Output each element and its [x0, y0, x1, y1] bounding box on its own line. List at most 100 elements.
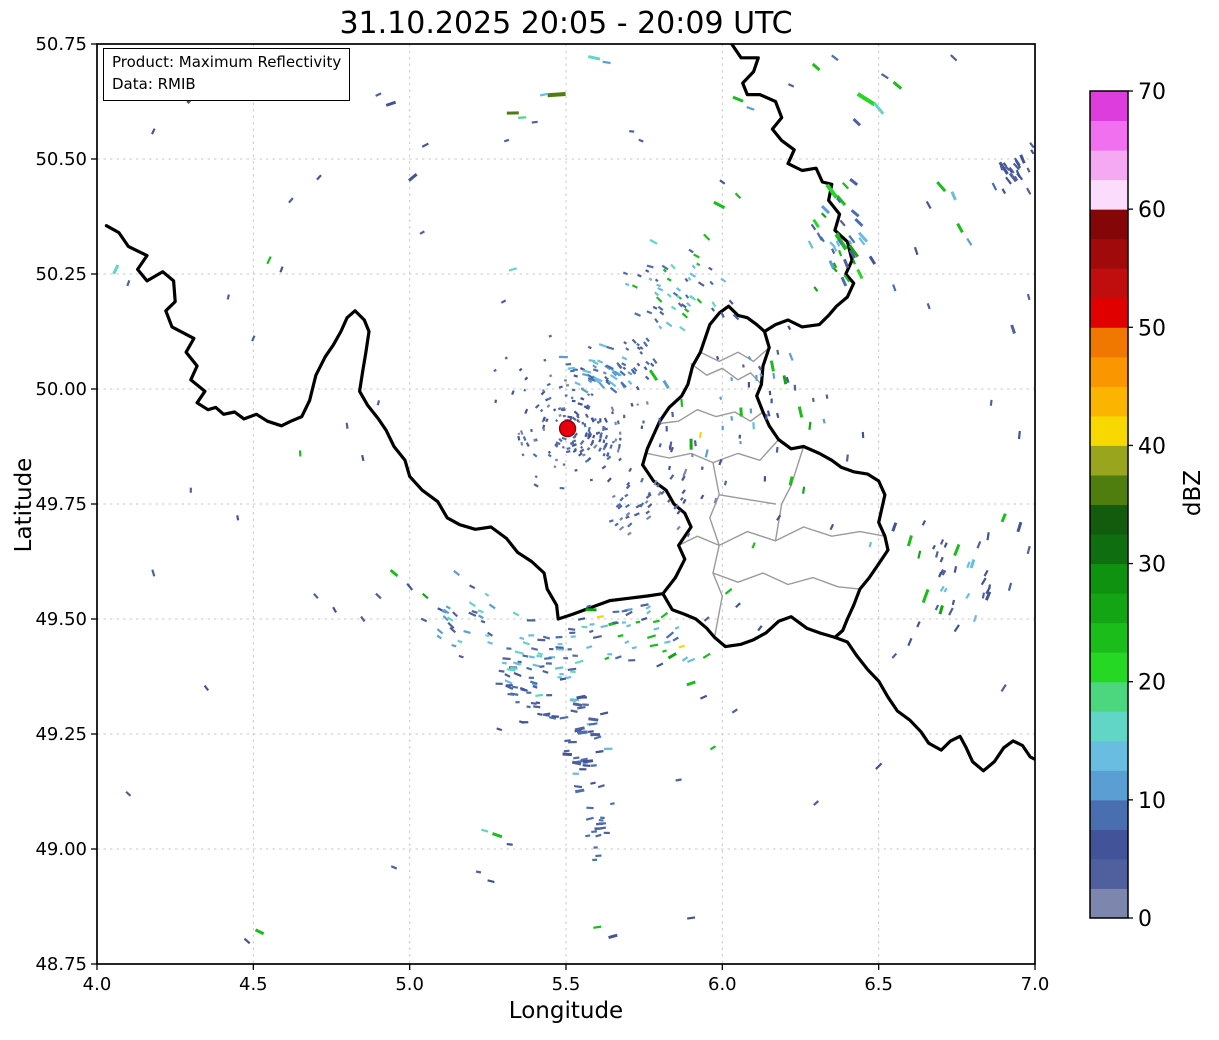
radar-echo — [596, 432, 598, 435]
radar-echo — [593, 846, 597, 849]
colorbar-band — [1090, 445, 1128, 475]
colorbar-label: dBZ — [1180, 438, 1206, 548]
radar-echo — [570, 370, 575, 373]
colorbar-band — [1090, 593, 1128, 623]
radar-echo — [566, 384, 569, 387]
radar-echo — [569, 632, 575, 634]
radar-echo — [765, 414, 767, 420]
colorbar-tick-label: 10 — [1138, 789, 1166, 814]
colorbar-tick-label: 0 — [1138, 907, 1152, 932]
radar-echo — [739, 407, 743, 416]
colorbar-band — [1090, 416, 1128, 446]
plot-title: 31.10.2025 20:05 - 20:09 UTC — [97, 6, 1035, 41]
radar-echo — [607, 653, 612, 655]
colorbar-tick-label: 60 — [1138, 198, 1166, 223]
radar-echo — [572, 389, 575, 391]
radar-echo — [558, 643, 563, 645]
x-tick-label: 7.0 — [1021, 974, 1050, 995]
radar-echo — [549, 648, 553, 650]
colorbar-tick-label: 50 — [1138, 316, 1166, 341]
radar-echo — [614, 422, 616, 425]
radar-echo — [578, 696, 587, 698]
colorbar-tick-label: 70 — [1138, 80, 1166, 105]
radar-echo — [752, 422, 755, 429]
colorbar-band — [1090, 505, 1128, 535]
y-tick-label: 49.25 — [35, 724, 87, 745]
y-tick-label: 49.00 — [35, 839, 87, 860]
radar-echo — [506, 647, 511, 650]
y-axis-label: Latitude — [11, 445, 37, 565]
radar-echo — [563, 463, 566, 465]
colorbar-band — [1090, 268, 1128, 298]
radar-echo — [518, 433, 521, 435]
radar-echo — [642, 420, 644, 423]
colorbar-band — [1090, 327, 1128, 357]
colorbar-band — [1090, 829, 1128, 859]
y-tick-label: 48.75 — [35, 954, 87, 975]
x-tick-label: 6.0 — [708, 974, 737, 995]
colorbar-band — [1090, 209, 1128, 239]
colorbar-band — [1090, 534, 1128, 564]
radar-echo — [659, 418, 661, 425]
radar-echo — [748, 382, 750, 388]
radar-echo — [559, 673, 563, 675]
radar-echo — [604, 748, 612, 750]
radar-figure: 4.04.55.05.56.06.57.048.7549.0049.2549.5… — [0, 0, 1219, 1040]
radar-echo — [623, 415, 625, 418]
colorbar-band — [1090, 770, 1128, 800]
colorbar-band — [1090, 180, 1128, 210]
y-tick-label: 50.00 — [35, 379, 87, 400]
radar-echo — [529, 677, 534, 679]
radar-echo — [515, 701, 519, 703]
radar-echo — [521, 721, 528, 723]
product-annotation-line2: Data: RMIB — [112, 74, 341, 96]
colorbar-band — [1090, 888, 1128, 918]
radar-echo — [559, 356, 568, 358]
radar-echo — [496, 683, 503, 685]
radar-echo — [546, 662, 552, 665]
radar-echo — [563, 415, 566, 417]
y-tick-label: 50.50 — [35, 149, 87, 170]
radar-echo — [568, 648, 572, 650]
radar-echo — [507, 111, 519, 114]
x-tick-label: 6.5 — [864, 974, 893, 995]
radar-echo — [750, 408, 753, 413]
radar-echo — [582, 422, 584, 425]
radar-echo — [572, 654, 578, 657]
radar-echo — [701, 466, 704, 469]
radar-echo — [562, 752, 572, 756]
product-annotation-box: Product: Maximum Reflectivity Data: RMIB — [103, 48, 350, 101]
radar-echo — [603, 439, 606, 443]
radar-echo — [190, 488, 192, 493]
y-tick-label: 49.75 — [35, 494, 87, 515]
colorbar-band — [1090, 711, 1128, 741]
radar-echo — [690, 439, 693, 450]
radar-echo — [730, 377, 733, 381]
radar-echo — [641, 425, 644, 428]
radar-echo — [585, 608, 596, 611]
radar-echo — [738, 435, 741, 439]
radar-echo — [574, 469, 577, 472]
x-tick-label: 5.5 — [552, 974, 581, 995]
radar-echo — [769, 391, 772, 395]
radar-echo — [604, 832, 610, 834]
radar-echo — [602, 426, 605, 431]
colorbar-tick-label: 40 — [1138, 434, 1166, 459]
colorbar-band — [1090, 741, 1128, 771]
y-tick-label: 50.25 — [35, 264, 87, 285]
colorbar-band — [1090, 475, 1128, 505]
radar-echo — [590, 733, 600, 736]
colorbar-band — [1090, 564, 1128, 594]
colorbar-band — [1090, 298, 1128, 328]
radar-echo — [691, 454, 693, 457]
x-tick-label: 5.0 — [395, 974, 424, 995]
colorbar-band — [1090, 386, 1128, 416]
radar-echo — [721, 426, 723, 430]
radar-map-canvas: 4.04.55.05.56.06.57.048.7549.0049.2549.5… — [0, 0, 1219, 1040]
radar-echo — [613, 622, 619, 624]
radar-echo — [628, 659, 635, 661]
y-tick-label: 49.50 — [35, 609, 87, 630]
colorbar-band — [1090, 800, 1128, 830]
radar-echo — [579, 768, 586, 770]
colorbar-band — [1090, 859, 1128, 889]
